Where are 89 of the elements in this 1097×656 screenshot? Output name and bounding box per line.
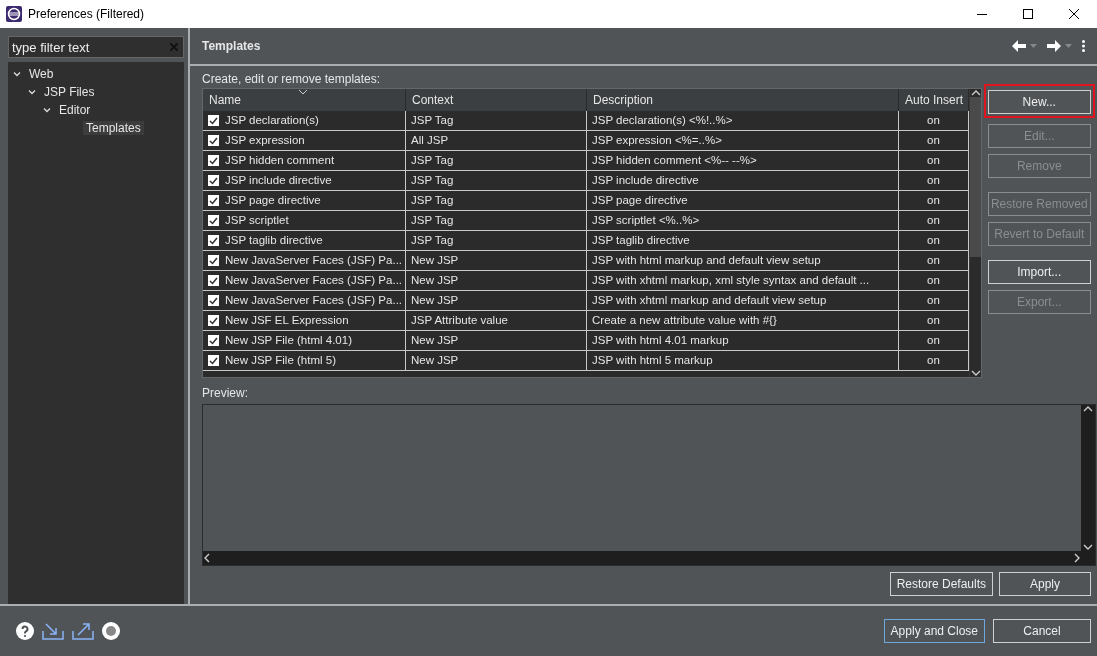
app-icon: [6, 6, 22, 22]
maximize-icon[interactable]: [1023, 9, 1033, 19]
checkbox[interactable]: [208, 355, 219, 366]
table-cell: New JSP: [406, 291, 587, 310]
template-name: JSP scriptlet: [225, 213, 289, 228]
export-icon[interactable]: [72, 622, 94, 640]
scroll-down-icon[interactable]: [1083, 543, 1093, 551]
tree-item[interactable]: Editor: [56, 103, 94, 117]
table-cell: New JSP: [406, 251, 587, 270]
page-button[interactable]: Apply: [999, 572, 1091, 596]
page-button[interactable]: Restore Defaults: [889, 572, 993, 596]
table-cell: JSP Tag: [406, 171, 587, 190]
side-button[interactable]: New...: [987, 90, 1091, 114]
sort-icon: [299, 90, 307, 95]
intro-label: Create, edit or remove templates:: [202, 71, 382, 88]
import-icon[interactable]: [42, 622, 64, 640]
back-arrow-icon[interactable]: [1012, 40, 1026, 52]
checkbox[interactable]: [208, 115, 219, 126]
template-name: New JavaServer Faces (JSF) Pa...: [225, 293, 403, 308]
help-icon[interactable]: [16, 622, 34, 640]
filter-field[interactable]: type filter text: [8, 36, 184, 58]
table-cell: JSP page directive: [587, 191, 899, 210]
table-cell: JSP scriptlet <%..%>: [587, 211, 899, 230]
table-cell: JSP Tag: [406, 111, 587, 130]
table-cell: JSP with html 5 markup: [587, 351, 899, 370]
side-button[interactable]: Import...: [987, 260, 1091, 284]
window-title: Preferences (Filtered): [28, 7, 146, 21]
dialog-button[interactable]: Apply and Close: [883, 619, 985, 643]
checkbox[interactable]: [208, 175, 219, 186]
tree-item[interactable]: Web: [26, 67, 57, 81]
checkbox[interactable]: [208, 295, 219, 306]
table-cell: JSP taglib directive: [587, 231, 899, 250]
table-cell: JSP hidden comment <%-- --%>: [587, 151, 899, 170]
table-cell: JSP declaration(s) <%!..%>: [587, 111, 899, 130]
scroll-up-icon[interactable]: [971, 89, 981, 97]
template-name: JSP page directive: [225, 193, 321, 208]
scroll-down-icon[interactable]: [971, 369, 981, 377]
minimize-icon[interactable]: [977, 13, 987, 15]
checkbox[interactable]: [208, 135, 219, 146]
template-name: JSP include directive: [225, 173, 332, 188]
column-header[interactable]: Context: [406, 89, 587, 111]
checkbox[interactable]: [208, 315, 219, 326]
table-cell: JSP Tag: [406, 211, 587, 230]
template-name: JSP taglib directive: [225, 233, 323, 248]
template-name: New JavaServer Faces (JSF) Pa...: [225, 273, 403, 288]
more-icon[interactable]: [1082, 40, 1085, 52]
checkbox[interactable]: [208, 255, 219, 266]
checkbox[interactable]: [208, 195, 219, 206]
table-cell: JSP include directive: [587, 171, 899, 190]
template-name: New JSP File (html 5): [225, 353, 336, 368]
column-header[interactable]: Name: [203, 89, 406, 111]
vertical-scrollbar[interactable]: [969, 89, 981, 377]
table-cell: New JSP: [406, 331, 587, 350]
checkbox[interactable]: [208, 215, 219, 226]
scroll-right-icon[interactable]: [1073, 553, 1081, 563]
column-header[interactable]: Description: [587, 89, 899, 111]
table-cell: JSP expression <%=..%>: [587, 131, 899, 150]
forward-arrow-icon[interactable]: [1047, 40, 1061, 52]
template-name: New JSP File (html 4.01): [225, 333, 352, 348]
dialog-button[interactable]: Cancel: [993, 619, 1091, 643]
checkbox[interactable]: [208, 155, 219, 166]
table-cell: New JSP: [406, 351, 587, 370]
table-cell: JSP Attribute value: [406, 311, 587, 330]
tree-item[interactable]: Templates: [83, 121, 144, 135]
scroll-up-icon[interactable]: [1083, 405, 1093, 413]
template-name: JSP hidden comment: [225, 153, 335, 168]
template-name: New JavaServer Faces (JSF) Pa...: [225, 253, 403, 268]
table-cell: JSP with html 4.01 markup: [587, 331, 899, 350]
table-cell: JSP with xhtml markup and default view setup: [587, 291, 899, 310]
template-name: JSP declaration(s): [225, 113, 319, 128]
page-title: Templates: [202, 39, 262, 53]
table-cell: All JSP: [406, 131, 587, 150]
template-name: New JSF EL Expression: [225, 313, 349, 328]
table-cell: JSP Tag: [406, 151, 587, 170]
tree-item[interactable]: JSP Files: [41, 85, 98, 99]
preview-label: Preview:: [202, 385, 249, 402]
table-cell: JSP with html markup and default view setup: [587, 251, 899, 270]
table-cell: JSP Tag: [406, 191, 587, 210]
scroll-left-icon[interactable]: [203, 553, 211, 563]
table-cell: JSP Tag: [406, 231, 587, 250]
record-icon[interactable]: [102, 622, 120, 640]
close-icon[interactable]: [1069, 9, 1079, 19]
table-cell: New JSP: [406, 271, 587, 290]
template-name: JSP expression: [225, 133, 305, 148]
table-cell: Create a new attribute value with #{}: [587, 311, 899, 330]
checkbox[interactable]: [208, 275, 219, 286]
checkbox[interactable]: [208, 235, 219, 246]
table-cell: JSP with xhtml markup, xml style syntax and default ...: [587, 271, 899, 290]
checkbox[interactable]: [208, 335, 219, 346]
